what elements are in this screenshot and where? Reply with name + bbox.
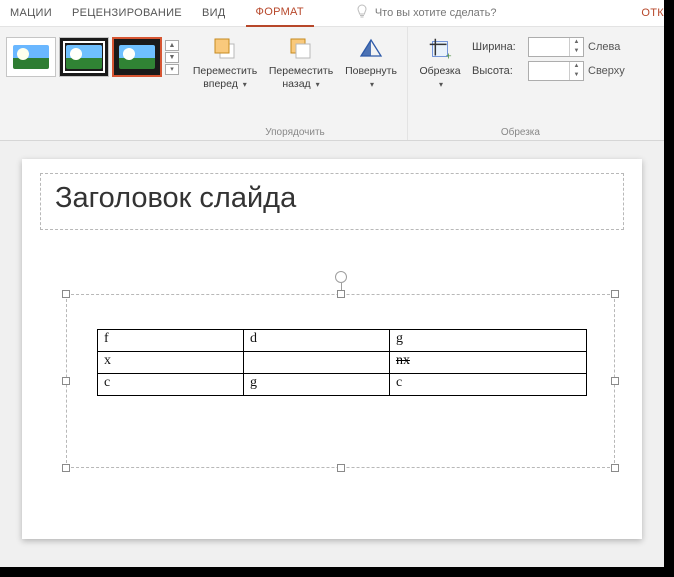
dropdown-arrow-icon: ▾ xyxy=(316,80,320,89)
crop-group-label: Обрезка xyxy=(501,125,540,138)
width-input[interactable] xyxy=(529,38,569,56)
styles-group-label xyxy=(92,125,95,138)
expand-icon: ▾ xyxy=(165,64,179,75)
slide-editor[interactable]: Заголовок слайда f d g xyxy=(0,141,664,567)
gallery-more-button[interactable]: ▲ ▼ ▾ xyxy=(165,37,181,77)
table-cell[interactable]: g xyxy=(243,374,389,396)
send-backward-l1: Переместить xyxy=(269,65,333,77)
spin-up-icon[interactable]: ▲ xyxy=(570,38,583,47)
height-label: Высота: xyxy=(472,65,524,77)
table-cell[interactable]: x xyxy=(98,352,244,374)
tab-cut-right[interactable]: ОТК xyxy=(631,0,664,27)
spin-up-icon[interactable]: ▲ xyxy=(570,62,583,71)
top-label: Сверху xyxy=(588,65,625,77)
table-cell[interactable]: g xyxy=(389,330,586,352)
width-spinner[interactable]: ▲▼ xyxy=(528,37,584,57)
bring-forward-icon xyxy=(211,35,239,63)
resize-handle-tr[interactable] xyxy=(611,290,619,298)
ribbon-tabs: МАЦИИ РЕЦЕНЗИРОВАНИЕ ВИД ФОРМАТ Что вы х… xyxy=(0,0,664,27)
table-row: c g c xyxy=(98,374,587,396)
bring-forward-button[interactable]: Переместить вперед ▾ xyxy=(189,31,261,91)
slide-table[interactable]: f d g x nx c g c xyxy=(97,329,587,396)
crop-group: + Обрезка ▾ Ширина: ▲▼ xyxy=(408,27,633,140)
style-thumb-1[interactable] xyxy=(6,37,56,77)
resize-handle-tm[interactable] xyxy=(337,290,345,298)
style-thumb-2[interactable] xyxy=(59,37,109,77)
lightbulb-icon xyxy=(356,4,368,22)
height-input[interactable] xyxy=(529,62,569,80)
svg-text:+: + xyxy=(446,51,452,62)
rotate-label: Повернуть xyxy=(345,65,397,77)
width-label: Ширина: xyxy=(472,41,524,53)
crop-label: Обрезка xyxy=(419,65,460,77)
resize-handle-tl[interactable] xyxy=(62,290,70,298)
resize-handle-ml[interactable] xyxy=(62,377,70,385)
tab-review[interactable]: РЕЦЕНЗИРОВАНИЕ xyxy=(62,0,192,27)
tell-me-search[interactable]: Что вы хотите сделать? xyxy=(344,4,509,22)
tab-animations[interactable]: МАЦИИ xyxy=(0,0,62,27)
resize-handle-bl[interactable] xyxy=(62,464,70,472)
table-cell[interactable] xyxy=(243,352,389,374)
chevron-down-icon: ▼ xyxy=(165,52,179,63)
tell-me-label: Что вы хотите сделать? xyxy=(375,7,497,19)
slide[interactable]: Заголовок слайда f d g xyxy=(22,159,642,539)
picture-styles-group: ▲ ▼ ▾ xyxy=(0,27,183,140)
tab-format[interactable]: ФОРМАТ xyxy=(246,0,314,27)
bring-forward-l1: Переместить xyxy=(193,65,257,77)
dropdown-arrow-icon: ▾ xyxy=(439,80,443,89)
height-spinner[interactable]: ▲▼ xyxy=(528,61,584,81)
resize-handle-mr[interactable] xyxy=(611,377,619,385)
tab-view[interactable]: ВИД xyxy=(192,0,236,27)
send-backward-icon xyxy=(287,35,315,63)
table-row: x nx xyxy=(98,352,587,374)
table-cell[interactable]: nx xyxy=(389,352,586,374)
crop-button[interactable]: + Обрезка ▾ xyxy=(414,31,466,91)
rotation-handle[interactable] xyxy=(335,271,347,283)
spin-down-icon[interactable]: ▼ xyxy=(570,47,583,56)
table-cell[interactable]: c xyxy=(98,374,244,396)
chevron-up-icon: ▲ xyxy=(165,40,179,51)
send-backward-l2: назад xyxy=(282,78,310,90)
crop-icon: + xyxy=(426,35,454,63)
selection-frame[interactable]: f d g x nx c g c xyxy=(66,294,615,468)
rotate-button[interactable]: Повернуть ▾ xyxy=(341,31,401,91)
ribbon-body: ▲ ▼ ▾ Пе xyxy=(0,27,664,141)
spin-down-icon[interactable]: ▼ xyxy=(570,71,583,80)
app-window: МАЦИИ РЕЦЕНЗИРОВАНИЕ ВИД ФОРМАТ Что вы х… xyxy=(0,0,664,567)
rotate-icon xyxy=(357,35,385,63)
slide-title-placeholder[interactable]: Заголовок слайда xyxy=(40,173,624,230)
arrange-group: Переместить вперед ▾ Переместить н xyxy=(183,27,408,140)
arrange-group-label: Упорядочить xyxy=(265,125,325,138)
dropdown-arrow-icon: ▾ xyxy=(370,80,374,89)
send-backward-button[interactable]: Переместить назад ▾ xyxy=(265,31,337,91)
style-thumb-3[interactable] xyxy=(112,37,162,77)
picture-styles-gallery[interactable]: ▲ ▼ ▾ xyxy=(6,31,181,77)
resize-handle-br[interactable] xyxy=(611,464,619,472)
left-label: Слева xyxy=(588,41,620,53)
table-cell[interactable]: d xyxy=(243,330,389,352)
dropdown-arrow-icon: ▾ xyxy=(243,80,247,89)
resize-handle-bm[interactable] xyxy=(337,464,345,472)
size-fields: Ширина: ▲▼ Слева Высота: ▲▼ Свер xyxy=(470,31,627,81)
bring-forward-l2: вперед xyxy=(203,78,238,90)
table-cell[interactable]: c xyxy=(389,374,586,396)
table-row: f d g xyxy=(98,330,587,352)
table-cell[interactable]: f xyxy=(98,330,244,352)
